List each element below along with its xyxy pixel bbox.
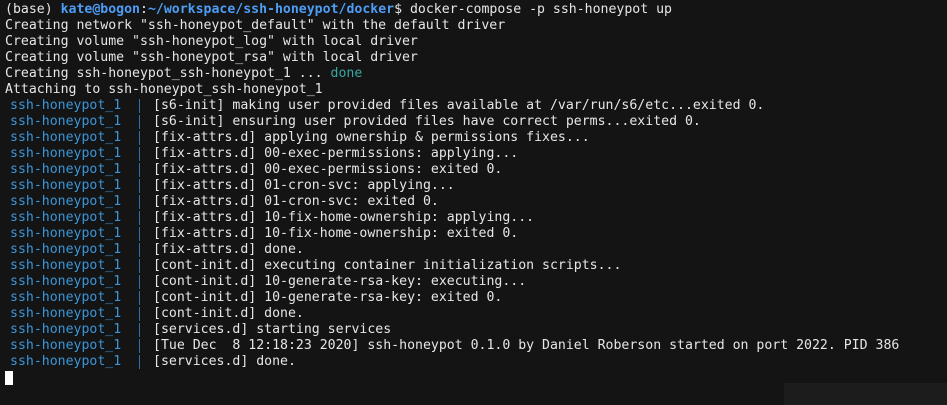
output-line: Creating volume "ssh-honeypot_log" with … bbox=[5, 34, 418, 49]
service-name: ssh-honeypot_1 bbox=[10, 162, 122, 177]
user-host: kate@bogon bbox=[60, 2, 140, 17]
log-message: [cont-init.d] done. bbox=[153, 306, 304, 321]
prompt-symbol: $ bbox=[394, 2, 403, 17]
column-separator bbox=[139, 99, 140, 113]
column-separator bbox=[139, 307, 140, 321]
creating-container-text: Creating ssh-honeypot_ssh-honeypot_1 ... bbox=[5, 66, 331, 81]
column-separator bbox=[139, 291, 140, 305]
prompt-line: (base) kate@bogon:~/workspace/ssh-honeyp… bbox=[5, 2, 672, 18]
service-name: ssh-honeypot_1 bbox=[10, 146, 122, 161]
service-name: ssh-honeypot_1 bbox=[10, 354, 122, 369]
column-separator bbox=[139, 227, 140, 241]
service-name: ssh-honeypot_1 bbox=[10, 98, 122, 113]
service-name: ssh-honeypot_1 bbox=[10, 178, 122, 193]
column-separator bbox=[139, 355, 140, 369]
log-message: [fix-attrs.d] done. bbox=[153, 242, 304, 257]
log-message: [services.d] done. bbox=[153, 354, 296, 369]
service-name: ssh-honeypot_1 bbox=[10, 274, 122, 289]
service-name: ssh-honeypot_1 bbox=[10, 290, 122, 305]
service-name: ssh-honeypot_1 bbox=[10, 242, 122, 257]
column-separator bbox=[139, 147, 140, 161]
service-name: ssh-honeypot_1 bbox=[10, 210, 122, 225]
log-message: [fix-attrs.d] applying ownership & permi… bbox=[153, 130, 590, 145]
service-name: ssh-honeypot_1 bbox=[10, 338, 122, 353]
log-message: [cont-init.d] 10-generate-rsa-key: exite… bbox=[153, 290, 503, 305]
terminal-cursor bbox=[5, 371, 13, 385]
log-message: [s6-init] making user provided files ava… bbox=[153, 98, 765, 113]
service-name: ssh-honeypot_1 bbox=[10, 258, 122, 273]
log-message: [fix-attrs.d] 01-cron-svc: applying... bbox=[153, 178, 455, 193]
log-message: [cont-init.d] 10-generate-rsa-key: execu… bbox=[153, 274, 527, 289]
conda-env: (base) bbox=[5, 2, 53, 17]
column-separator bbox=[139, 275, 140, 289]
column-separator bbox=[139, 339, 140, 353]
column-separator bbox=[139, 195, 140, 209]
log-message: [s6-init] ensuring user provided files h… bbox=[153, 114, 701, 129]
command-text: docker-compose -p ssh-honeypot up bbox=[402, 2, 672, 17]
output-line: Creating network "ssh-honeypot_default" … bbox=[5, 18, 506, 33]
log-message: [fix-attrs.d] 01-cron-svc: exited 0. bbox=[153, 194, 439, 209]
log-message: [fix-attrs.d] 00-exec-permissions: exite… bbox=[153, 162, 503, 177]
service-name: ssh-honeypot_1 bbox=[10, 322, 122, 337]
column-separator bbox=[139, 131, 140, 145]
done-status: done bbox=[330, 66, 363, 81]
log-message: [fix-attrs.d] 00-exec-permissions: apply… bbox=[153, 146, 519, 161]
output-line: Attaching to ssh-honeypot_ssh-honeypot_1 bbox=[5, 82, 323, 97]
column-separator bbox=[139, 211, 140, 225]
output-line: Creating ssh-honeypot_ssh-honeypot_1 ...… bbox=[5, 66, 362, 82]
output-line: Creating volume "ssh-honeypot_rsa" with … bbox=[5, 50, 418, 65]
log-message: [services.d] starting services bbox=[153, 322, 392, 337]
service-name: ssh-honeypot_1 bbox=[10, 114, 122, 129]
terminal-window[interactable]: (base) kate@bogon:~/workspace/ssh-honeyp… bbox=[0, 0, 947, 405]
working-directory: ~/workspace/ssh-honeypot/docker bbox=[147, 2, 395, 17]
column-separator bbox=[139, 179, 140, 193]
column-separator bbox=[139, 163, 140, 177]
column-separator bbox=[139, 259, 140, 273]
service-name: ssh-honeypot_1 bbox=[10, 194, 122, 209]
prompt-separator: : bbox=[140, 2, 148, 17]
log-message: [fix-attrs.d] 10-fix-home-ownership: app… bbox=[153, 210, 535, 225]
service-name: ssh-honeypot_1 bbox=[10, 226, 122, 241]
column-separator bbox=[139, 323, 140, 337]
service-name: ssh-honeypot_1 bbox=[10, 130, 122, 145]
log-message: [Tue Dec 8 12:18:23 2020] ssh-honeypot 0… bbox=[153, 338, 900, 353]
log-message: [cont-init.d] executing container initia… bbox=[153, 258, 622, 273]
column-separator bbox=[139, 243, 140, 257]
log-message: [fix-attrs.d] 10-fix-home-ownership: exi… bbox=[153, 226, 519, 241]
column-separator bbox=[139, 115, 140, 129]
service-name: ssh-honeypot_1 bbox=[10, 306, 122, 321]
